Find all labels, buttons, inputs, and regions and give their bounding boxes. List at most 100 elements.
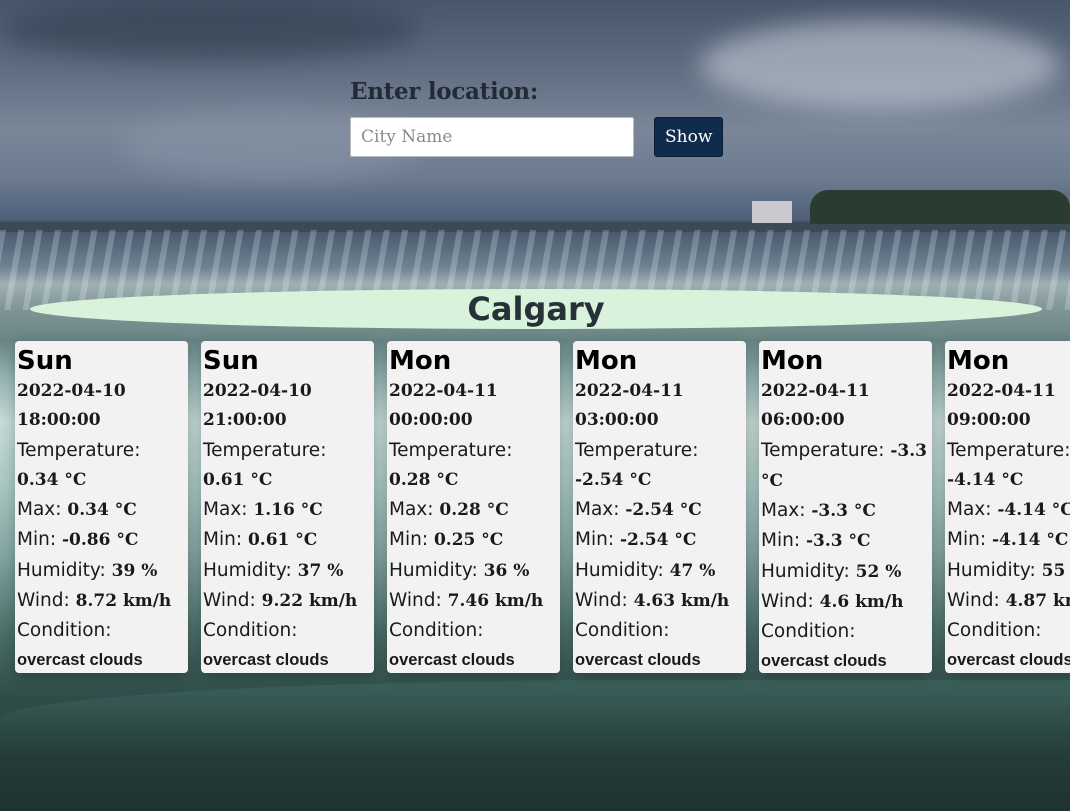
condition-value: overcast clouds bbox=[203, 650, 329, 669]
max-label: Max: bbox=[17, 499, 62, 521]
max-label: Max: bbox=[203, 499, 248, 521]
forecast-card: Mon 2022-04-11 06:00:00 Temperature: -3.3 °… bbox=[759, 341, 932, 673]
min-row: Min: -2.54 °C bbox=[575, 525, 744, 555]
humidity-value: 37 % bbox=[297, 560, 344, 581]
forecast-date: 2022-04-10 bbox=[203, 381, 312, 401]
max-label: Max: bbox=[575, 499, 620, 521]
search-row: Show bbox=[350, 117, 724, 157]
forecast-card: Mon 2022-04-11 00:00:00 Temperature: 0.28 °… bbox=[387, 341, 560, 673]
min-row: Min: -4.14 °C bbox=[947, 525, 1070, 555]
background-cloud bbox=[0, 0, 420, 60]
temperature-row: Temperature: 0.61 °C bbox=[203, 436, 372, 496]
max-row: Max: -2.54 °C bbox=[575, 495, 744, 525]
city-name: Calgary bbox=[467, 290, 605, 328]
forecast-date: 2022-04-11 bbox=[761, 381, 870, 401]
wind-row: Wind: 4.87 km/h bbox=[947, 586, 1070, 616]
forecast-date: 2022-04-10 bbox=[17, 381, 126, 401]
min-value: -2.54 °C bbox=[619, 530, 697, 551]
wind-value: 4.87 km/h bbox=[1005, 591, 1070, 612]
location-search-form: Enter location: Show bbox=[350, 78, 724, 157]
wind-value: 4.63 km/h bbox=[633, 591, 730, 612]
humidity-value: 55 % bbox=[1041, 560, 1070, 581]
humidity-label: Humidity: bbox=[575, 559, 664, 581]
temperature-row: Temperature: -3.3 °C bbox=[761, 436, 930, 497]
max-label: Max: bbox=[761, 500, 806, 522]
background-cloud bbox=[700, 20, 1060, 110]
temperature-label: Temperature: bbox=[761, 439, 885, 461]
max-value: -2.54 °C bbox=[625, 500, 702, 521]
wind-label: Wind: bbox=[947, 590, 1000, 612]
location-label: Enter location: bbox=[350, 78, 539, 105]
forecast-day: Sun bbox=[17, 346, 73, 376]
forecast-date: 2022-04-11 bbox=[389, 381, 498, 401]
max-row: Max: 1.16 °C bbox=[203, 495, 372, 525]
min-row: Min: 0.25 °C bbox=[389, 525, 558, 555]
wind-row: Wind: 4.63 km/h bbox=[575, 586, 744, 616]
temperature-value: -2.54 °C bbox=[575, 469, 652, 490]
max-row: Max: -3.3 °C bbox=[761, 496, 930, 526]
forecast-day: Mon bbox=[575, 346, 638, 376]
humidity-row: Humidity: 39 % bbox=[17, 556, 186, 586]
min-row: Min: -3.3 °C bbox=[761, 526, 930, 556]
humidity-row: Humidity: 37 % bbox=[203, 556, 372, 586]
max-label: Max: bbox=[947, 499, 992, 521]
wind-value: 7.46 km/h bbox=[447, 591, 544, 612]
forecast-time: 03:00:00 bbox=[575, 410, 659, 431]
wind-label: Wind: bbox=[203, 590, 256, 612]
max-label: Max: bbox=[389, 499, 434, 521]
temperature-row: Temperature: 0.28 °C bbox=[389, 436, 558, 496]
wind-row: Wind: 8.72 km/h bbox=[17, 586, 186, 616]
humidity-value: 39 % bbox=[111, 560, 158, 581]
condition-label: Condition: bbox=[761, 621, 856, 643]
temperature-label: Temperature: bbox=[17, 439, 141, 461]
min-value: 0.25 °C bbox=[433, 530, 504, 551]
forecast-card: Sun 2022-04-10 21:00:00 Temperature: 0.61 °… bbox=[201, 341, 374, 673]
city-banner: Calgary bbox=[30, 289, 1042, 329]
wind-value: 8.72 km/h bbox=[75, 591, 172, 612]
wind-row: Wind: 4.6 km/h bbox=[761, 587, 930, 617]
min-label: Min: bbox=[575, 529, 615, 551]
humidity-value: 52 % bbox=[855, 561, 902, 582]
temperature-value: 0.34 °C bbox=[17, 469, 87, 490]
temperature-value: 0.28 °C bbox=[389, 469, 459, 490]
max-row: Max: -4.14 °C bbox=[947, 495, 1070, 525]
condition-value: overcast clouds bbox=[17, 650, 143, 669]
humidity-row: Humidity: 55 % bbox=[947, 556, 1070, 586]
background-water bbox=[0, 680, 1070, 811]
temperature-row: Temperature: -4.14 °C bbox=[947, 436, 1070, 496]
wind-label: Wind: bbox=[17, 590, 70, 612]
humidity-label: Humidity: bbox=[203, 559, 292, 581]
temperature-label: Temperature: bbox=[389, 439, 513, 461]
condition-label: Condition: bbox=[389, 620, 484, 642]
forecast-day: Mon bbox=[761, 346, 824, 376]
min-label: Min: bbox=[203, 529, 243, 551]
wind-value: 4.6 km/h bbox=[819, 592, 904, 613]
min-value: -0.86 °C bbox=[61, 530, 139, 551]
condition-value: overcast clouds bbox=[389, 650, 515, 669]
wind-label: Wind: bbox=[761, 591, 814, 613]
condition-value: overcast clouds bbox=[947, 650, 1070, 669]
show-button[interactable]: Show bbox=[654, 117, 724, 157]
min-label: Min: bbox=[761, 530, 801, 552]
min-value: 0.61 °C bbox=[247, 530, 318, 551]
humidity-label: Humidity: bbox=[947, 559, 1036, 581]
max-value: 0.28 °C bbox=[439, 500, 509, 521]
humidity-value: 36 % bbox=[483, 560, 530, 581]
wind-row: Wind: 7.46 km/h bbox=[389, 586, 558, 616]
min-label: Min: bbox=[389, 529, 429, 551]
condition-label: Condition: bbox=[947, 620, 1042, 642]
forecast-day: Mon bbox=[947, 346, 1010, 376]
background-trees bbox=[810, 190, 1070, 224]
forecast-time: 21:00:00 bbox=[203, 410, 287, 431]
forecast-cards: Sun 2022-04-10 18:00:00 Temperature: 0.34 °… bbox=[15, 341, 1070, 673]
max-value: -4.14 °C bbox=[997, 500, 1070, 521]
humidity-label: Humidity: bbox=[389, 559, 478, 581]
humidity-label: Humidity: bbox=[761, 560, 850, 582]
city-name-input[interactable] bbox=[350, 117, 634, 157]
min-label: Min: bbox=[17, 529, 57, 551]
max-row: Max: 0.34 °C bbox=[17, 495, 186, 525]
forecast-card: Mon 2022-04-11 03:00:00 Temperature: -2.54 … bbox=[573, 341, 746, 673]
forecast-card: Mon 2022-04-11 09:00:00 Temperature: -4.14 … bbox=[945, 341, 1070, 673]
humidity-label: Humidity: bbox=[17, 559, 106, 581]
condition-label: Condition: bbox=[575, 620, 670, 642]
